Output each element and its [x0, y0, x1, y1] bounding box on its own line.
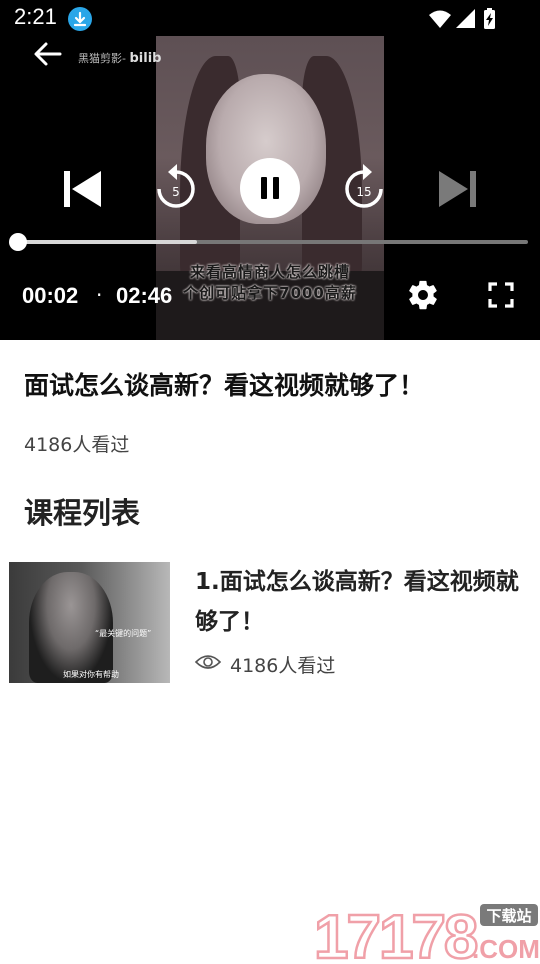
video-subtitle-line-1: 来看高情商人怎么跳槽: [189, 263, 350, 281]
previous-button[interactable]: [60, 168, 104, 210]
watermark-brand: bilib: [129, 51, 162, 66]
signal-icon: [456, 9, 475, 28]
list-item[interactable]: “最关键的问题” 如果对你有帮助 1.面试怎么谈高新？看这视频就够了！ 4186…: [0, 556, 540, 696]
status-time: 2:21: [14, 4, 57, 29]
thumbnail-caption-2: 如果对你有帮助: [63, 670, 119, 679]
pause-icon: [261, 177, 279, 199]
fullscreen-button[interactable]: [486, 280, 516, 310]
course-thumbnail[interactable]: “最关键的问题” 如果对你有帮助: [9, 562, 170, 683]
download-icon: [68, 7, 92, 31]
logo-badge: 下载站: [486, 907, 531, 925]
time-separator: ·: [96, 283, 103, 307]
course-list-heading: 课程列表: [24, 496, 141, 530]
video-title: 面试怎么谈高新？看这视频就够了！: [24, 371, 425, 400]
forward-15-button[interactable]: 15: [340, 162, 388, 212]
gear-icon: [409, 280, 437, 310]
course-item-title[interactable]: 1.面试怎么谈高新？看这视频就够了！: [195, 562, 525, 642]
pause-button[interactable]: [240, 158, 300, 218]
skip-previous-icon: [64, 171, 101, 207]
course-item-views: 4186人看过: [230, 655, 336, 677]
forward-seconds: 15: [356, 185, 371, 199]
forward-icon: 15: [345, 164, 383, 208]
video-watermark: 黑猫剪影- bilib: [78, 50, 161, 66]
wifi-icon: [429, 10, 451, 28]
fullscreen-icon: [488, 282, 514, 308]
replay-5-button[interactable]: 5: [152, 162, 200, 212]
video-subtitle-line-2: 个创可贴拿下7000高薪: [183, 284, 357, 302]
skip-next-icon: [439, 171, 476, 207]
total-time: 02:46: [116, 283, 173, 308]
current-time: 00:02: [22, 283, 79, 308]
watermark-text: 黑猫剪影-: [78, 52, 126, 65]
site-logo: 17178 下载站 .COM: [313, 898, 540, 964]
logo-suffix: .COM: [472, 934, 540, 960]
status-bar: 2:21: [0, 0, 540, 36]
progress-buffered: [18, 240, 197, 244]
thumbnail-caption-1: “最关键的问题”: [95, 629, 152, 638]
replay-icon: 5: [157, 164, 195, 208]
video-player[interactable]: 来看高情商人怎么跳槽 个创可贴拿下7000高薪 黑猫剪影- bilib 2:21: [0, 0, 540, 340]
next-button[interactable]: [436, 168, 480, 210]
view-count: 4186人看过: [24, 434, 130, 456]
progress-bar[interactable]: [9, 233, 528, 251]
battery-icon: [484, 8, 495, 29]
status-icons: [428, 7, 500, 31]
progress-thumb[interactable]: [9, 233, 27, 251]
settings-button[interactable]: [406, 278, 440, 312]
logo-text: 17178: [314, 903, 477, 960]
eye-icon: [194, 653, 222, 671]
replay-seconds: 5: [172, 185, 180, 199]
back-arrow-icon[interactable]: [30, 38, 66, 70]
